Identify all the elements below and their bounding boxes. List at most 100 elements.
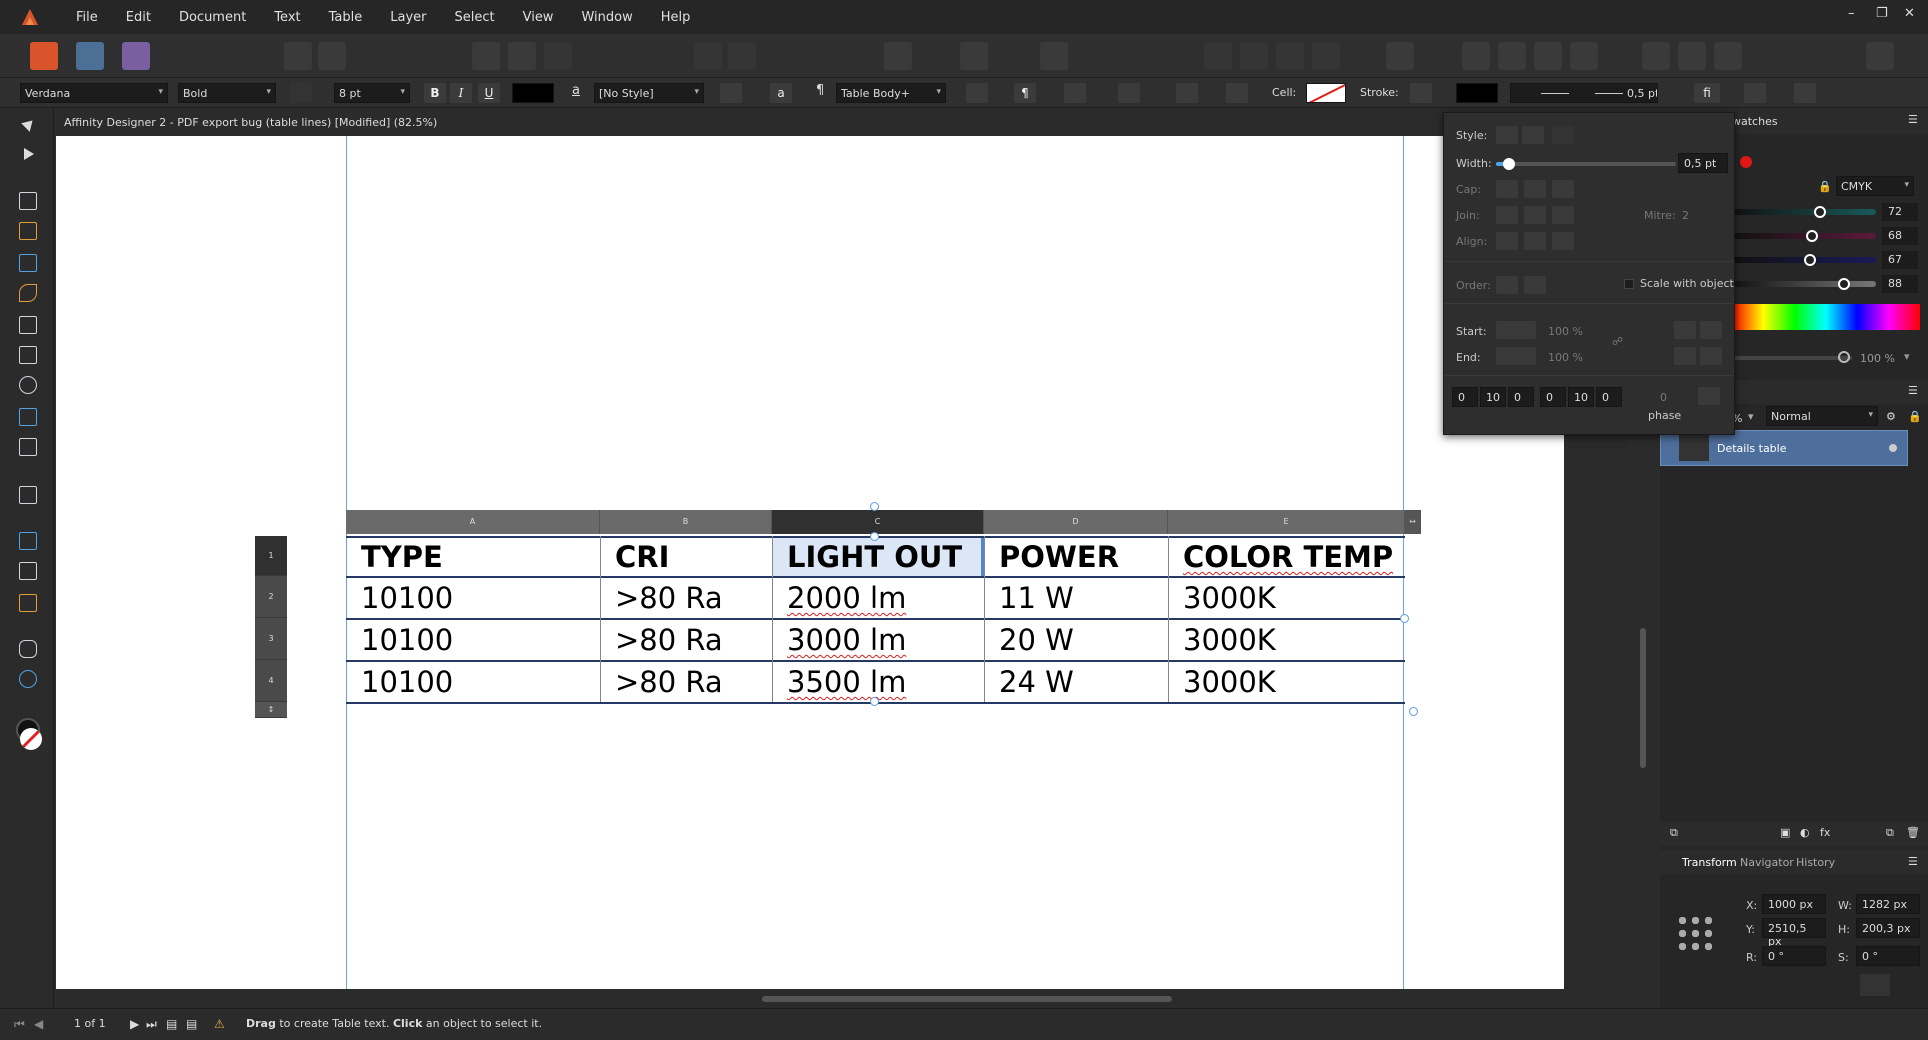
- row-header-3[interactable]: 3: [255, 618, 287, 660]
- font-size-select[interactable]: 8 pt ▾: [334, 83, 410, 103]
- menu-select[interactable]: Select: [440, 10, 508, 25]
- table-cell[interactable]: 11 W: [984, 578, 1168, 618]
- horizontal-scrollbar[interactable]: [762, 996, 1172, 1002]
- warning-icon[interactable]: ⚠: [214, 1017, 225, 1031]
- menu-document[interactable]: Document: [165, 10, 260, 25]
- dash-balance-icon[interactable]: [1698, 387, 1720, 405]
- trash-icon[interactable]: 🗑: [1906, 826, 1920, 839]
- row-header-2[interactable]: 2: [255, 576, 287, 618]
- mitre-value[interactable]: 2: [1682, 209, 1689, 222]
- menu-text[interactable]: Text: [260, 10, 314, 25]
- resize-rows-handle-icon[interactable]: ↕: [255, 702, 287, 718]
- prev-page-icon[interactable]: ◀: [34, 1017, 43, 1031]
- page-list-icon[interactable]: ▤: [166, 1017, 177, 1031]
- arrow-start-scale[interactable]: 100 %: [1548, 325, 1583, 338]
- rotate-left-icon[interactable]: [1534, 42, 1562, 70]
- table-cell[interactable]: 3500 lm: [772, 662, 984, 702]
- table-settings-icon[interactable]: [1794, 83, 1816, 103]
- tab-transform[interactable]: Transform: [1682, 856, 1737, 869]
- cyan-slider[interactable]: [1732, 209, 1876, 215]
- table-cell[interactable]: >80 Ra: [600, 662, 772, 702]
- menu-table[interactable]: Table: [315, 10, 377, 25]
- designer-persona-icon[interactable]: [30, 42, 58, 70]
- table-cell[interactable]: 3000 lm: [772, 620, 984, 660]
- stroke-borders-icon[interactable]: [1410, 83, 1432, 103]
- fx-icon[interactable]: fx: [1820, 826, 1830, 839]
- table-cell[interactable]: 24 W: [984, 662, 1168, 702]
- assistant-gear-icon[interactable]: [318, 42, 346, 70]
- rotation-field[interactable]: 0 °: [1762, 946, 1826, 966]
- round-cap-icon[interactable]: [1524, 180, 1546, 198]
- para-style-options-icon[interactable]: [966, 83, 988, 103]
- anchor-grid-icon[interactable]: [1676, 914, 1716, 954]
- boolean-intersect-icon[interactable]: [1714, 42, 1742, 70]
- layer-visibility-icon[interactable]: [1889, 444, 1897, 452]
- table-cell[interactable]: >80 Ra: [600, 620, 772, 660]
- ligatures-button[interactable]: fi: [1694, 83, 1720, 103]
- menu-window[interactable]: Window: [567, 10, 646, 25]
- picture-frame-tool-icon[interactable]: [19, 346, 37, 364]
- dash-field-4[interactable]: 0: [1540, 387, 1566, 407]
- swap-arrows-icon[interactable]: [1674, 347, 1696, 365]
- crop-tool-icon[interactable]: [19, 486, 37, 504]
- magenta-slider-knob[interactable]: [1806, 230, 1818, 242]
- cyan-value[interactable]: 72: [1882, 203, 1918, 221]
- dash-field-5[interactable]: 10: [1568, 387, 1594, 407]
- order-back-icon[interactable]: [1204, 42, 1232, 70]
- underline-button[interactable]: U: [478, 83, 500, 103]
- table-grid-icon[interactable]: [1226, 83, 1248, 103]
- boolean-subtract-icon[interactable]: [1678, 42, 1706, 70]
- stroke-width-slider[interactable]: [1496, 158, 1676, 170]
- settings-gear-icon[interactable]: [284, 42, 312, 70]
- table-icon[interactable]: [1744, 83, 1766, 103]
- table-cell-header[interactable]: COLOR TEMP: [1168, 538, 1405, 576]
- dash-field-6[interactable]: 0: [1596, 387, 1622, 407]
- reset-arrows-icon[interactable]: [1700, 347, 1722, 365]
- magenta-slider[interactable]: [1732, 233, 1876, 239]
- pen-tool-icon[interactable]: [19, 284, 37, 302]
- butt-cap-icon[interactable]: [1496, 180, 1518, 198]
- pin-icon[interactable]: [694, 42, 722, 70]
- align-inside-icon[interactable]: [1496, 232, 1518, 250]
- lock-icon[interactable]: 🔒: [1818, 180, 1832, 193]
- chevron-down-icon[interactable]: ▾: [1748, 410, 1754, 423]
- stroke-color-swatch[interactable]: [1456, 83, 1498, 103]
- layer-item-details-table[interactable]: Details table: [1660, 430, 1908, 466]
- color-picker-tool-icon[interactable]: [19, 594, 37, 612]
- minimize-button[interactable]: –: [1848, 6, 1855, 21]
- table-cell[interactable]: >80 Ra: [600, 578, 772, 618]
- opacity-value[interactable]: 100 %: [1860, 352, 1895, 365]
- align-left-icon[interactable]: [1064, 83, 1086, 103]
- column-header-e[interactable]: E: [1168, 510, 1405, 534]
- solid-stroke-icon[interactable]: [1522, 126, 1544, 144]
- tracking-icon[interactable]: [290, 83, 312, 103]
- yellow-slider-knob[interactable]: [1804, 254, 1816, 266]
- menu-file[interactable]: File: [62, 10, 112, 25]
- italic-button[interactable]: I: [450, 83, 472, 103]
- align-icon[interactable]: [1386, 42, 1414, 70]
- selection-handle[interactable]: [870, 697, 879, 706]
- char-style-select[interactable]: [No Style] ▾: [594, 83, 704, 103]
- table-cell-header-selected[interactable]: LIGHT OUT: [772, 538, 984, 576]
- char-a-button[interactable]: a: [770, 83, 792, 103]
- rectangle-tool-icon[interactable]: [19, 316, 37, 334]
- fill-tool-icon[interactable]: [19, 532, 37, 550]
- close-button[interactable]: ✕: [1904, 6, 1915, 21]
- selection-handle[interactable]: [1400, 614, 1409, 623]
- vertical-scrollbar[interactable]: [1640, 628, 1646, 768]
- font-family-select[interactable]: Verdana ▾: [20, 83, 168, 103]
- move-tool-icon[interactable]: [21, 116, 37, 132]
- selection-handle[interactable]: [870, 532, 879, 541]
- no-stroke-icon[interactable]: [1496, 126, 1518, 144]
- arrow-end-scale[interactable]: 100 %: [1548, 351, 1583, 364]
- flip-vertical-icon[interactable]: [1498, 42, 1526, 70]
- adjustment-icon[interactable]: ◐: [1800, 826, 1810, 839]
- table-cell[interactable]: 3000K: [1168, 578, 1405, 618]
- table-tool-icon[interactable]: [19, 222, 37, 240]
- vector-crop-tool-icon[interactable]: [19, 438, 37, 456]
- phase-value[interactable]: 0: [1660, 391, 1667, 404]
- export-persona-icon[interactable]: [122, 42, 150, 70]
- text-tool-icon[interactable]: [19, 254, 37, 272]
- menu-view[interactable]: View: [509, 10, 568, 25]
- font-weight-select[interactable]: Bold ▾: [178, 83, 276, 103]
